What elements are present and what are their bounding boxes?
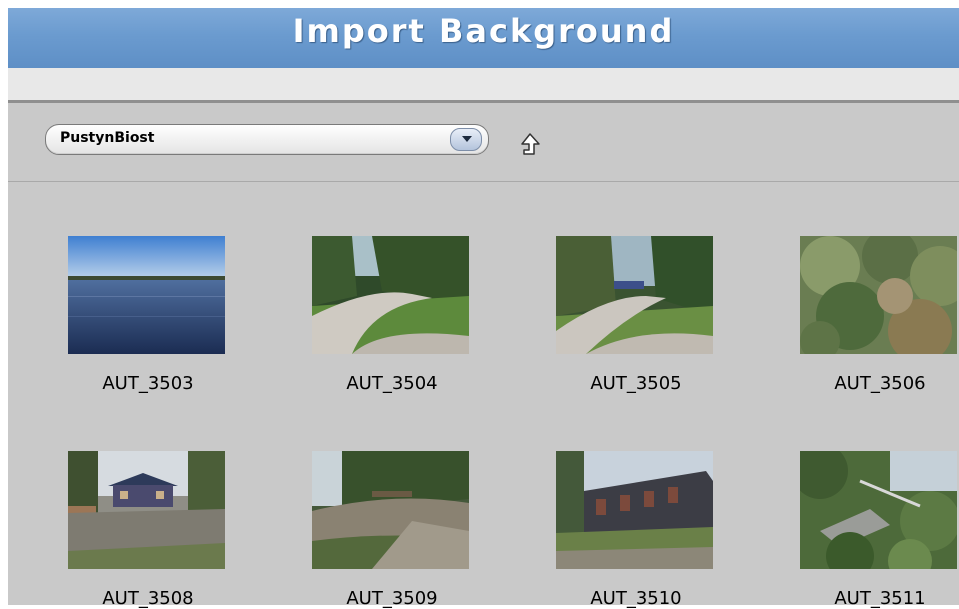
folder-dropdown[interactable]: PustynBiost [45,124,489,155]
toolbar: PustynBiost [8,103,959,182]
thumbnail-image [800,236,957,354]
thumbnail-image [312,236,469,354]
thumbnail-image [68,236,225,354]
thumbnail-image [800,451,957,569]
thumbnail-image [312,451,469,569]
thumbnail-label: AUT_3504 [346,373,438,394]
menu-strip [8,68,959,100]
thumbnail-image [556,236,713,354]
window-title: Import Background [292,12,675,50]
thumbnail-label: AUT_3506 [834,373,926,394]
thumbnail-label: AUT_3511 [834,588,926,609]
folder-dropdown-value: PustynBiost [60,130,155,146]
thumbnail-label: AUT_3509 [346,588,438,609]
thumbnail-label: AUT_3503 [102,373,194,394]
thumbnail-image [556,451,713,569]
thumbnail-label: AUT_3505 [590,373,682,394]
title-bar: Import Background [8,8,959,68]
chevron-down-icon[interactable] [450,128,482,151]
arrow-up-folder-icon[interactable] [519,132,541,158]
thumbnail-label: AUT_3510 [590,588,682,609]
thumbnail-image [68,451,225,569]
thumbnail-label: AUT_3508 [102,588,194,609]
thumbnail-grid: AUT_3503 AUT_3504 AUT_3505 AUT_3506 AUT_… [8,182,959,609]
